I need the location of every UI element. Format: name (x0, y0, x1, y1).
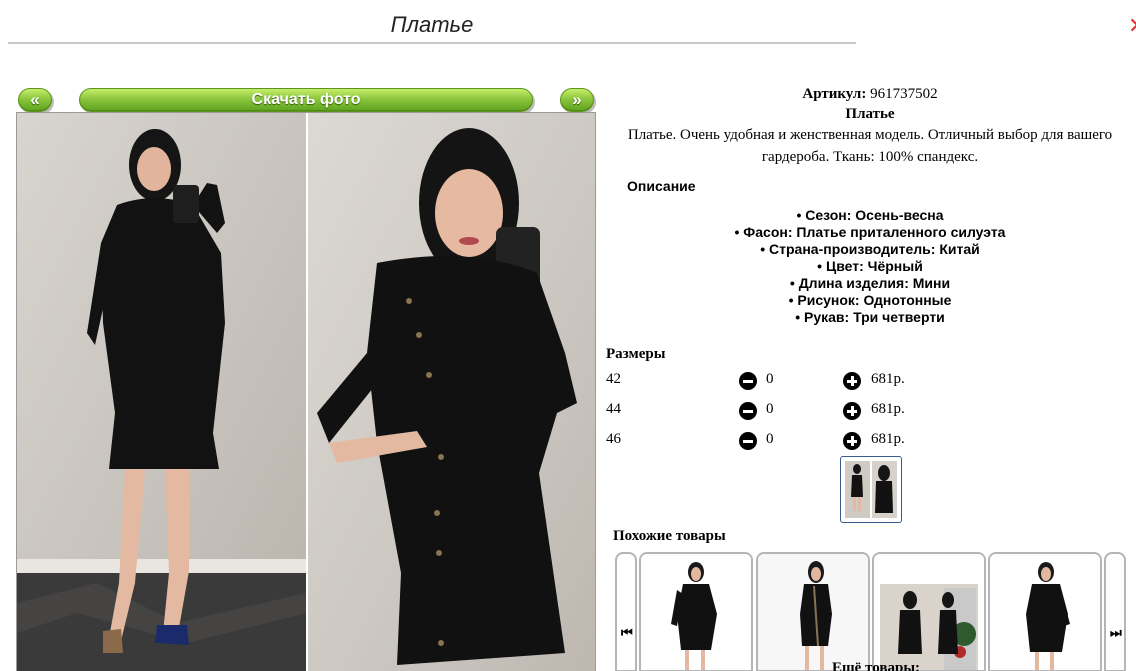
sizes-heading: Размеры (606, 346, 666, 362)
title-divider (8, 42, 856, 44)
size-row: 42 0 681р. (606, 371, 926, 391)
size-value: 44 (606, 401, 621, 417)
spec-item: • Длина изделия: Мини (789, 275, 951, 291)
minus-circle-icon[interactable] (739, 372, 757, 390)
spec-item: • Рукав: Три четверти (795, 309, 945, 325)
minus-circle-icon[interactable] (739, 432, 757, 450)
quantity-value: 0 (766, 431, 774, 447)
size-row: 46 0 681р. (606, 431, 926, 451)
specs-heading: Описание (627, 178, 696, 194)
similar-product-card[interactable] (988, 552, 1102, 671)
plus-circle-icon[interactable] (843, 372, 861, 390)
spec-item: • Рисунок: Однотонные (788, 292, 952, 308)
skip-forward-icon: ⏭ (1110, 626, 1122, 641)
carousel-prev-button[interactable]: ⏮ (615, 552, 637, 671)
spec-item: • Фасон: Платье приталенного силуэта (734, 224, 1006, 240)
prev-photo-button[interactable]: « (18, 88, 52, 112)
skip-back-icon: ⏮ (621, 626, 633, 641)
specs-list: • Сезон: Осень-весна • Фасон: Платье при… (604, 207, 1136, 326)
product-photo[interactable] (16, 112, 596, 671)
photo-thumbnail[interactable] (840, 456, 902, 523)
plus-circle-icon[interactable] (843, 432, 861, 450)
similar-products-heading: Похожие товары (613, 528, 726, 544)
plus-circle-icon[interactable] (843, 402, 861, 420)
quantity-value: 0 (766, 371, 774, 387)
size-value: 42 (606, 371, 621, 387)
product-name: Платье (845, 106, 895, 122)
similar-product-card[interactable] (639, 552, 753, 671)
spec-item: • Страна-производитель: Китай (760, 241, 980, 257)
similar-product-card[interactable] (872, 552, 986, 671)
quantity-value: 0 (766, 401, 774, 417)
similar-product-card[interactable] (756, 552, 870, 671)
size-value: 46 (606, 431, 621, 447)
page-title: Платье (390, 12, 474, 37)
carousel-next-button[interactable]: ⏭ (1104, 552, 1126, 671)
size-price: 681р. (871, 401, 905, 417)
article-value: 961737502 (870, 86, 938, 102)
spec-item: • Цвет: Чёрный (817, 258, 923, 274)
size-row: 44 0 681р. (606, 401, 926, 421)
article-line: Артикул: 961737502 (604, 84, 1136, 104)
minus-circle-icon[interactable] (739, 402, 757, 420)
size-price: 681р. (871, 371, 905, 387)
close-x-icon[interactable]: ✕ (1128, 14, 1136, 40)
next-photo-button[interactable]: » (560, 88, 594, 112)
product-description: Платье. Очень удобная и женственная моде… (627, 127, 1113, 165)
size-price: 681р. (871, 431, 905, 447)
spec-item: • Сезон: Осень-весна (796, 207, 944, 223)
download-photo-button[interactable]: Скачать фото (79, 88, 533, 112)
article-label: Артикул: (802, 86, 867, 102)
more-products-heading: Ещё товары: (832, 660, 921, 671)
product-info: Артикул: 961737502 Платье Платье. Очень … (604, 84, 1136, 168)
